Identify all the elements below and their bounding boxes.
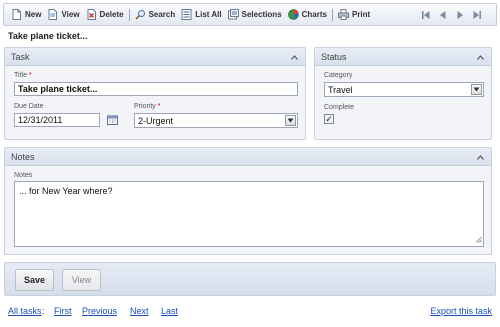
view-button[interactable]: View: [62, 269, 101, 291]
delete-button[interactable]: Delete: [83, 7, 127, 23]
delete-label: Delete: [99, 10, 124, 19]
status-panel-title: Status: [321, 51, 347, 62]
new-button[interactable]: New: [8, 7, 44, 23]
page-title: Take plane ticket...: [8, 31, 88, 41]
complete-checkbox[interactable]: ✓: [324, 114, 334, 124]
collapse-chevron-icon[interactable]: [475, 152, 485, 162]
charts-button[interactable]: Charts: [285, 7, 330, 23]
collapse-chevron-icon[interactable]: [289, 52, 299, 62]
record-navigation: [421, 9, 482, 20]
new-label: New: [25, 10, 42, 19]
view-toolbar-label: View: [61, 10, 80, 19]
previous-record-icon[interactable]: [438, 9, 448, 20]
category-label: Category: [324, 72, 353, 79]
status-panel-header: Status: [315, 48, 491, 66]
notes-panel: Notes Notes ... for New Year where?: [4, 147, 492, 255]
selections-button[interactable]: Selections: [225, 7, 285, 23]
view-document-icon: [47, 9, 58, 20]
category-select[interactable]: Travel: [324, 82, 484, 97]
priority-value: 2-Urgent: [138, 116, 174, 126]
required-marker: *: [157, 103, 161, 110]
export-task-link[interactable]: Export this task: [430, 306, 492, 316]
all-tasks-link[interactable]: All tasks: [8, 306, 42, 316]
notes-text: ... for New Year where?: [19, 186, 113, 196]
footer-navigation: All tasks : First Previous Next Last Exp…: [8, 306, 494, 318]
notes-label: Notes: [14, 172, 33, 179]
title-input[interactable]: Take plane ticket...: [14, 82, 298, 96]
print-button[interactable]: Print: [335, 7, 373, 23]
search-button[interactable]: Search: [132, 7, 179, 23]
priority-field-label: Priority *: [134, 103, 160, 110]
list-icon: [181, 9, 192, 20]
first-link[interactable]: First: [54, 306, 72, 316]
toolbar-divider: [128, 8, 130, 21]
notes-panel-title: Notes: [11, 151, 35, 162]
list-all-button[interactable]: List All: [178, 7, 224, 23]
notes-panel-header: Notes: [5, 148, 491, 166]
notes-textarea[interactable]: ... for New Year where?: [14, 181, 484, 247]
priority-label-text: Priority: [134, 103, 156, 110]
title-label-text: Title: [14, 72, 27, 79]
next-link[interactable]: Next: [130, 306, 149, 316]
complete-label: Complete: [324, 104, 354, 111]
search-label: Search: [148, 10, 176, 19]
due-date-label: Due Date: [14, 103, 44, 110]
collapse-chevron-icon[interactable]: [475, 52, 485, 62]
task-panel-header: Task: [5, 48, 305, 66]
due-date-input[interactable]: 12/31/2011: [14, 113, 100, 127]
footer-colon: :: [42, 306, 45, 316]
toolbar-divider: [331, 8, 333, 21]
title-field-label: Title *: [14, 72, 32, 79]
resize-grip-icon[interactable]: [475, 235, 482, 245]
first-record-icon[interactable]: [421, 9, 431, 20]
last-record-icon[interactable]: [472, 9, 482, 20]
charts-label: Charts: [301, 10, 327, 19]
selections-icon: [227, 9, 239, 20]
task-panel-body: Title * Take plane ticket... Due Date 12…: [8, 69, 302, 135]
save-button[interactable]: Save: [15, 269, 54, 291]
task-panel-title: Task: [11, 51, 30, 62]
button-bar: Save View: [4, 262, 496, 296]
calendar-icon[interactable]: [107, 115, 118, 125]
notes-panel-body: Notes ... for New Year where?: [8, 169, 488, 252]
delete-icon: [86, 9, 97, 20]
print-icon: [337, 9, 349, 20]
dropdown-arrow-icon[interactable]: [285, 115, 296, 126]
status-panel-body: Category Travel Complete ✓: [318, 69, 488, 135]
next-record-icon[interactable]: [455, 9, 465, 20]
view-toolbar-button[interactable]: View: [44, 7, 82, 23]
toolbar: New View Delete Search List All Selectio…: [3, 3, 497, 26]
previous-link[interactable]: Previous: [82, 306, 117, 316]
last-link[interactable]: Last: [161, 306, 178, 316]
list-all-label: List All: [195, 10, 222, 19]
task-panel: Task Title * Take plane ticket... Due Da…: [4, 47, 306, 140]
print-label: Print: [351, 10, 371, 19]
priority-select[interactable]: 2-Urgent: [134, 113, 298, 128]
status-panel: Status Category Travel Complete ✓: [314, 47, 492, 140]
charts-icon: [287, 9, 299, 20]
category-value: Travel: [328, 85, 353, 95]
selections-label: Selections: [241, 10, 282, 19]
required-marker: *: [28, 72, 32, 79]
dropdown-arrow-icon[interactable]: [471, 84, 482, 95]
search-icon: [135, 9, 146, 20]
new-document-icon: [11, 9, 22, 20]
